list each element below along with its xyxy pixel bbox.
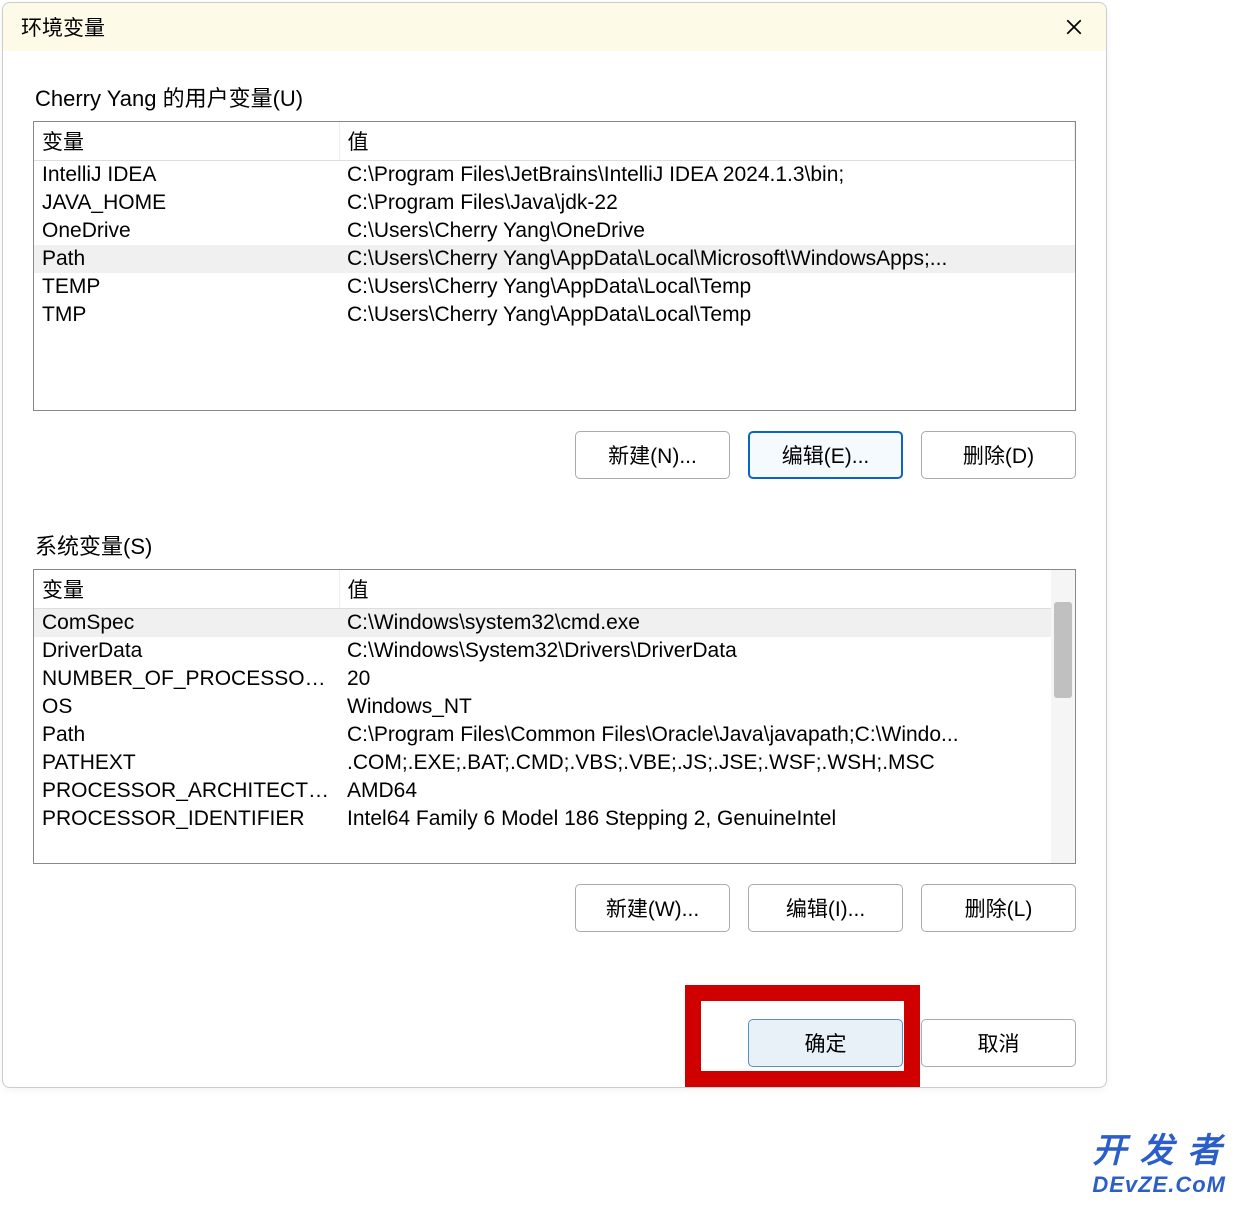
ok-button[interactable]: 确定 — [748, 1019, 903, 1067]
var-cell: ComSpec — [34, 609, 339, 638]
dialog-title: 环境变量 — [21, 12, 105, 42]
system-vars-table: 变量 值 ComSpecC:\Windows\system32\cmd.exeD… — [34, 570, 1075, 833]
val-cell: C:\Windows\System32\Drivers\DriverData — [339, 637, 1075, 665]
var-cell: JAVA_HOME — [34, 189, 339, 217]
val-cell: Windows_NT — [339, 693, 1075, 721]
val-cell: Intel64 Family 6 Model 186 Stepping 2, G… — [339, 805, 1075, 833]
table-row[interactable]: TMPC:\Users\Cherry Yang\AppData\Local\Te… — [34, 301, 1075, 329]
val-cell: 20 — [339, 665, 1075, 693]
val-cell: C:\Users\Cherry Yang\AppData\Local\Micro… — [339, 245, 1075, 273]
table-row[interactable]: ComSpecC:\Windows\system32\cmd.exe — [34, 609, 1075, 638]
user-vars-group: Cherry Yang 的用户变量(U) 变量 值 IntelliJ IDEAC… — [33, 81, 1076, 479]
env-vars-dialog: 环境变量 Cherry Yang 的用户变量(U) 变量 值 IntelliJ … — [2, 2, 1107, 1088]
var-cell: OS — [34, 693, 339, 721]
val-cell: C:\Users\Cherry Yang\AppData\Local\Temp — [339, 301, 1075, 329]
val-cell: C:\Program Files\Common Files\Oracle\Jav… — [339, 721, 1075, 749]
system-edit-button[interactable]: 编辑(I)... — [748, 884, 903, 932]
val-cell: .COM;.EXE;.BAT;.CMD;.VBS;.VBE;.JS;.JSE;.… — [339, 749, 1075, 777]
val-cell: C:\Users\Cherry Yang\OneDrive — [339, 217, 1075, 245]
scrollbar-thumb[interactable] — [1054, 602, 1072, 698]
cancel-button[interactable]: 取消 — [921, 1019, 1076, 1067]
system-new-button[interactable]: 新建(W)... — [575, 884, 730, 932]
sys-col-var[interactable]: 变量 — [34, 570, 339, 609]
table-row[interactable]: PROCESSOR_ARCHITECTU...AMD64 — [34, 777, 1075, 805]
user-delete-button[interactable]: 删除(D) — [921, 431, 1076, 479]
val-cell: C:\Users\Cherry Yang\AppData\Local\Temp — [339, 273, 1075, 301]
system-vars-table-wrap[interactable]: 变量 值 ComSpecC:\Windows\system32\cmd.exeD… — [33, 569, 1076, 864]
user-col-var[interactable]: 变量 — [34, 122, 339, 161]
close-button[interactable] — [1054, 7, 1094, 47]
table-row[interactable]: NUMBER_OF_PROCESSORS20 — [34, 665, 1075, 693]
val-cell: AMD64 — [339, 777, 1075, 805]
dialog-content: Cherry Yang 的用户变量(U) 变量 值 IntelliJ IDEAC… — [3, 51, 1106, 1002]
var-cell: PROCESSOR_ARCHITECTU... — [34, 777, 339, 805]
scrollbar[interactable] — [1051, 570, 1075, 863]
var-cell: IntelliJ IDEA — [34, 161, 339, 190]
user-new-button[interactable]: 新建(N)... — [575, 431, 730, 479]
table-row[interactable]: OSWindows_NT — [34, 693, 1075, 721]
user-col-val[interactable]: 值 — [339, 122, 1075, 161]
user-edit-button[interactable]: 编辑(E)... — [748, 431, 903, 479]
system-vars-label: 系统变量(S) — [33, 529, 1076, 561]
table-row[interactable]: IntelliJ IDEAC:\Program Files\JetBrains\… — [34, 161, 1075, 190]
sys-col-val[interactable]: 值 — [339, 570, 1075, 609]
user-vars-label: Cherry Yang 的用户变量(U) — [33, 81, 1076, 113]
val-cell: C:\Windows\system32\cmd.exe — [339, 609, 1075, 638]
var-cell: DriverData — [34, 637, 339, 665]
watermark: 开 发 者 DEvZE.CoM — [1092, 1123, 1226, 1198]
close-icon — [1065, 18, 1083, 36]
var-cell: Path — [34, 245, 339, 273]
table-row[interactable]: OneDriveC:\Users\Cherry Yang\OneDrive — [34, 217, 1075, 245]
var-cell: TEMP — [34, 273, 339, 301]
titlebar: 环境变量 — [3, 3, 1106, 51]
table-row[interactable]: PathC:\Program Files\Common Files\Oracle… — [34, 721, 1075, 749]
table-row[interactable]: PATHEXT.COM;.EXE;.BAT;.CMD;.VBS;.VBE;.JS… — [34, 749, 1075, 777]
dialog-bottom-row: 确定 取消 — [748, 1019, 1076, 1067]
var-cell: NUMBER_OF_PROCESSORS — [34, 665, 339, 693]
var-cell: PATHEXT — [34, 749, 339, 777]
table-row[interactable]: PROCESSOR_IDENTIFIERIntel64 Family 6 Mod… — [34, 805, 1075, 833]
system-vars-group: 系统变量(S) 变量 值 ComSpecC:\Windows\system32\… — [33, 529, 1076, 932]
system-delete-button[interactable]: 删除(L) — [921, 884, 1076, 932]
user-btn-row: 新建(N)... 编辑(E)... 删除(D) — [33, 431, 1076, 479]
user-vars-table-wrap[interactable]: 变量 值 IntelliJ IDEAC:\Program Files\JetBr… — [33, 121, 1076, 411]
table-row[interactable]: DriverDataC:\Windows\System32\Drivers\Dr… — [34, 637, 1075, 665]
user-vars-table: 变量 值 IntelliJ IDEAC:\Program Files\JetBr… — [34, 122, 1075, 329]
table-row[interactable]: PathC:\Users\Cherry Yang\AppData\Local\M… — [34, 245, 1075, 273]
var-cell: TMP — [34, 301, 339, 329]
system-btn-row: 新建(W)... 编辑(I)... 删除(L) — [33, 884, 1076, 932]
var-cell: Path — [34, 721, 339, 749]
val-cell: C:\Program Files\Java\jdk-22 — [339, 189, 1075, 217]
var-cell: OneDrive — [34, 217, 339, 245]
table-row[interactable]: JAVA_HOMEC:\Program Files\Java\jdk-22 — [34, 189, 1075, 217]
table-row[interactable]: TEMPC:\Users\Cherry Yang\AppData\Local\T… — [34, 273, 1075, 301]
val-cell: C:\Program Files\JetBrains\IntelliJ IDEA… — [339, 161, 1075, 190]
var-cell: PROCESSOR_IDENTIFIER — [34, 805, 339, 833]
